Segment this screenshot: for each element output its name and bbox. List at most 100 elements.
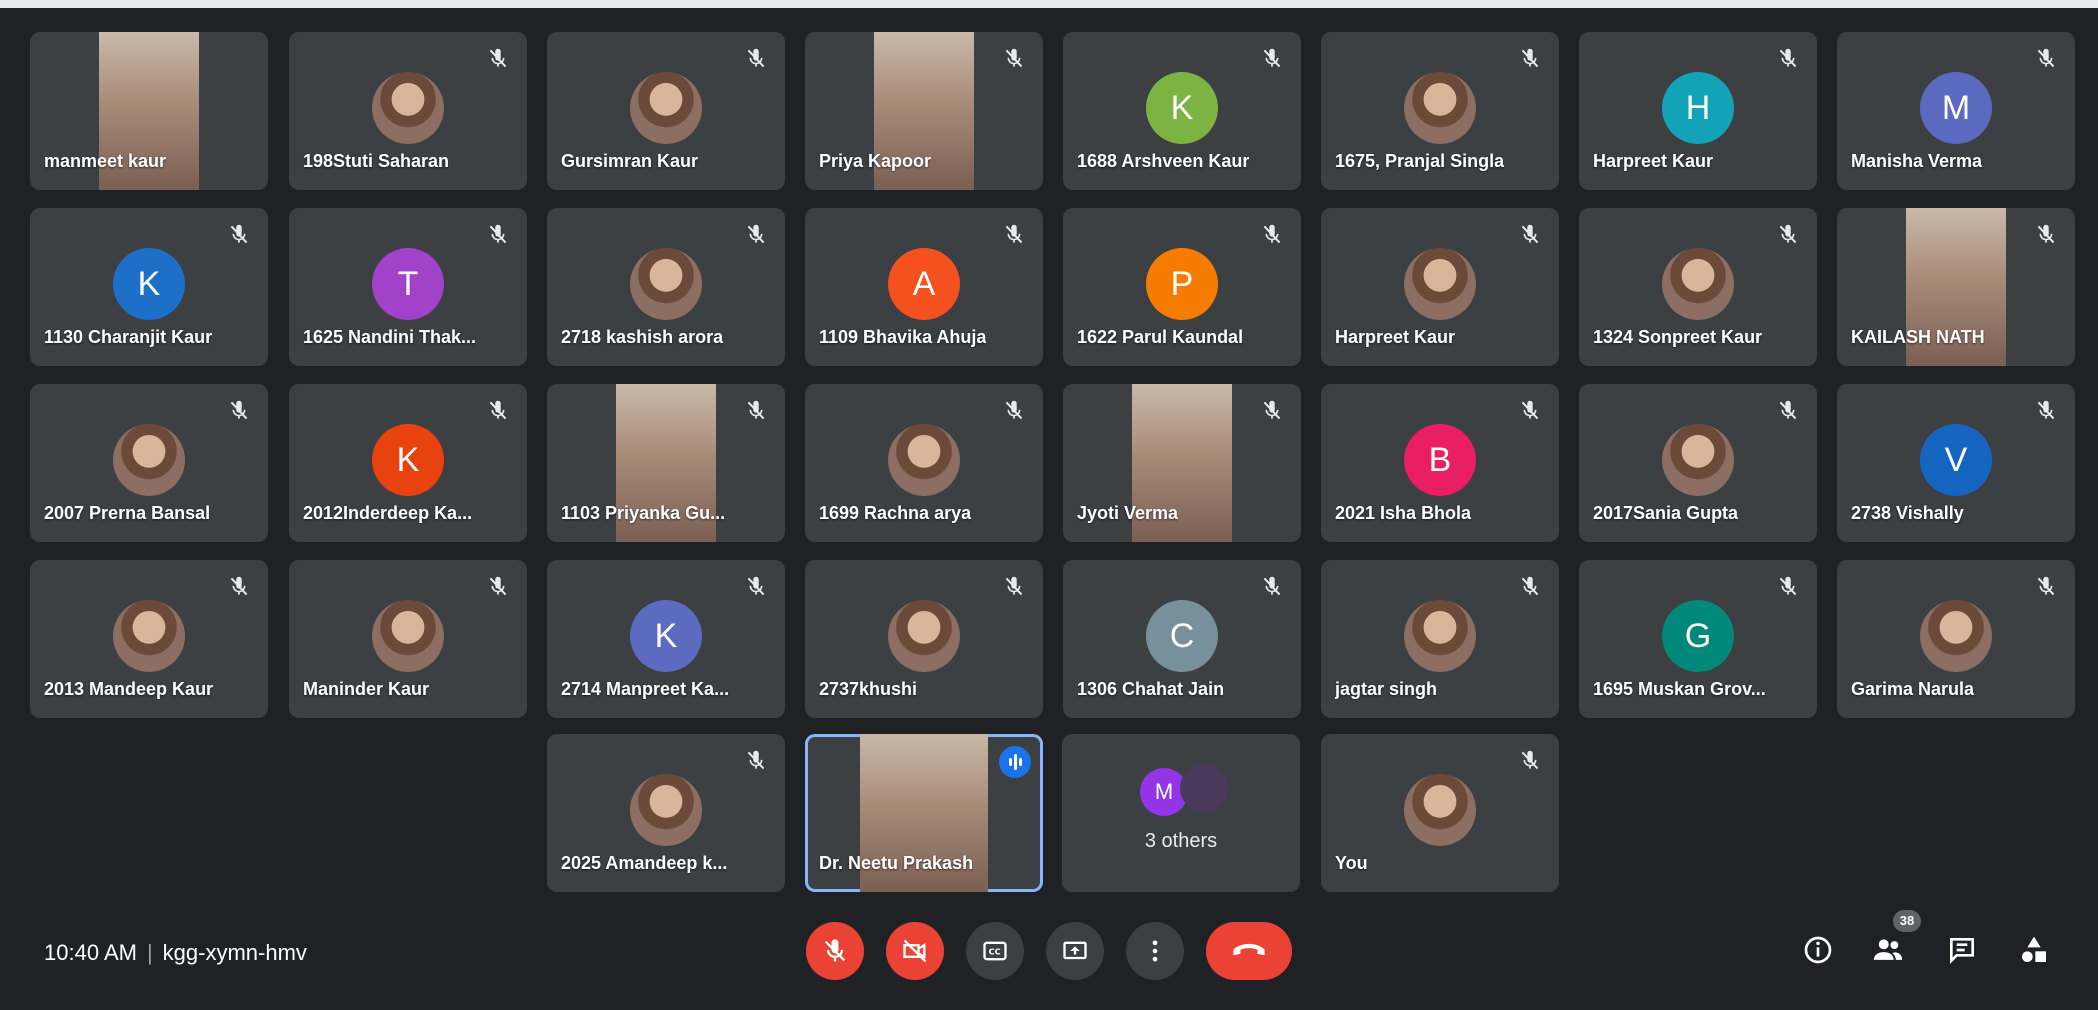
leave-call-button[interactable] — [1206, 922, 1292, 980]
camera-off-icon — [903, 939, 927, 963]
avatar — [372, 600, 444, 672]
participant-tile[interactable]: V 2738 Vishally — [1837, 384, 2075, 542]
avatar — [113, 600, 185, 672]
participant-name: KAILASH NATH — [1851, 327, 1985, 347]
participant-name: 2007 Prerna Bansal — [44, 503, 211, 523]
participant-name: Priya Kapoor — [819, 151, 932, 171]
microphone-muted-icon — [743, 46, 769, 72]
end-call-icon — [1233, 943, 1265, 956]
avatar: A — [888, 248, 960, 320]
avatar: K — [630, 600, 702, 672]
participant-tile[interactable]: 198Stuti Saharan — [289, 32, 527, 190]
avatar — [1404, 774, 1476, 846]
participant-tile[interactable]: 2007 Prerna Bansal — [30, 384, 268, 542]
participant-tile[interactable]: KAILASH NATH — [1837, 208, 2075, 366]
participant-tile[interactable]: C 1306 Chahat Jain — [1063, 560, 1301, 718]
participant-tile[interactable]: Priya Kapoor — [805, 32, 1043, 190]
participant-tile[interactable]: 2017Sania Gupta — [1579, 384, 1817, 542]
microphone-muted-icon — [1001, 46, 1027, 72]
captions-button[interactable]: CC — [966, 922, 1024, 980]
microphone-muted-icon — [1517, 398, 1543, 424]
participant-tile[interactable]: 1324 Sonpreet Kaur — [1579, 208, 1817, 366]
microphone-muted-icon — [1259, 222, 1285, 248]
more-options-button[interactable] — [1126, 922, 1184, 980]
avatar — [1662, 424, 1734, 496]
participant-grid: M 3 others manmeet kaur 198Stuti Saharan G… — [0, 0, 2098, 900]
avatar: M — [1920, 72, 1992, 144]
participant-tile[interactable]: A 1109 Bhavika Ahuja — [805, 208, 1043, 366]
participant-tile[interactable]: 2025 Amandeep k... — [547, 734, 785, 892]
participant-tile[interactable]: K 2012Inderdeep Ka... — [289, 384, 527, 542]
avatar — [1404, 600, 1476, 672]
participant-name: 2718 kashish arora — [561, 327, 724, 347]
participant-tile[interactable]: Gursimran Kaur — [547, 32, 785, 190]
participant-tile[interactable]: Harpreet Kaur — [1321, 208, 1559, 366]
people-icon — [1873, 939, 1903, 960]
participant-tile[interactable]: 2737khushi — [805, 560, 1043, 718]
activities-icon — [2022, 936, 2046, 962]
participant-name: 1130 Charanjit Kaur — [44, 327, 213, 347]
participant-tile[interactable]: P 1622 Parul Kaundal — [1063, 208, 1301, 366]
avatar: G — [1662, 600, 1734, 672]
people-button[interactable] — [1868, 930, 1908, 970]
microphone-muted-icon — [1775, 46, 1801, 72]
participant-name: 1688 Arshveen Kaur — [1077, 151, 1250, 171]
participant-tile[interactable]: 1699 Rachna arya — [805, 384, 1043, 542]
speaking-indicator-icon — [999, 746, 1031, 778]
microphone-muted-icon — [2033, 398, 2059, 424]
activities-button[interactable] — [2014, 930, 2054, 970]
avatar: H — [1662, 72, 1734, 144]
participant-tile[interactable]: G 1695 Muskan Grov... — [1579, 560, 1817, 718]
microphone-muted-icon — [1259, 398, 1285, 424]
participant-tile[interactable]: 2718 kashish arora — [547, 208, 785, 366]
participant-name: 1695 Muskan Grov... — [1593, 679, 1766, 699]
participant-tile[interactable]: K 2714 Manpreet Ka... — [547, 560, 785, 718]
meeting-code: kgg-xymn-hmv — [162, 940, 307, 965]
participant-tile[interactable]: H Harpreet Kaur — [1579, 32, 1817, 190]
microphone-muted-icon — [2033, 46, 2059, 72]
participant-count-badge: 38 — [1893, 910, 1921, 932]
participant-tile[interactable]: Maninder Kaur — [289, 560, 527, 718]
participant-tile-others[interactable]: M 3 others — [1062, 734, 1300, 892]
participant-tile[interactable]: 1103 Priyanka Gu... — [547, 384, 785, 542]
participant-tile[interactable]: K 1130 Charanjit Kaur — [30, 208, 268, 366]
participant-tile[interactable]: Jyoti Verma — [1063, 384, 1301, 542]
microphone-muted-icon — [1517, 222, 1543, 248]
microphone-muted-icon — [1517, 574, 1543, 600]
participant-name: 1699 Rachna arya — [819, 503, 972, 523]
participant-tile[interactable]: M Manisha Verma — [1837, 32, 2075, 190]
participant-name: 1109 Bhavika Ahuja — [819, 327, 987, 347]
avatar — [888, 424, 960, 496]
participant-tile[interactable]: manmeet kaur — [30, 32, 268, 190]
participant-tile[interactable]: 1675, Pranjal Singla — [1321, 32, 1559, 190]
participant-name: 2017Sania Gupta — [1593, 503, 1739, 523]
participant-tile[interactable]: K 1688 Arshveen Kaur — [1063, 32, 1301, 190]
present-screen-button[interactable] — [1046, 922, 1104, 980]
avatar — [1404, 72, 1476, 144]
microphone-toggle-button[interactable] — [806, 922, 864, 980]
participant-name: 1675, Pranjal Singla — [1335, 151, 1505, 171]
microphone-off-icon — [824, 939, 846, 962]
participant-tile[interactable]: T 1625 Nandini Thak... — [289, 208, 527, 366]
avatar — [1404, 248, 1476, 320]
participant-name: 1625 Nandini Thak... — [303, 327, 477, 347]
participant-name: Maninder Kaur — [303, 679, 430, 699]
participant-tile[interactable]: B 2021 Isha Bhola — [1321, 384, 1559, 542]
participant-tile[interactable]: Dr. Neetu Prakash — [805, 734, 1043, 892]
participant-name: Garima Narula — [1851, 679, 1975, 699]
svg-text:CC: CC — [989, 947, 1001, 957]
meeting-details-button[interactable] — [1798, 930, 1838, 970]
chat-button[interactable] — [1942, 930, 1982, 970]
participant-tile[interactable]: Garima Narula — [1837, 560, 2075, 718]
camera-toggle-button[interactable] — [886, 922, 944, 980]
participant-name: Dr. Neetu Prakash — [819, 853, 974, 873]
participant-name: 1324 Sonpreet Kaur — [1593, 327, 1763, 347]
microphone-muted-icon — [743, 748, 769, 774]
participant-name: Harpreet Kaur — [1593, 151, 1714, 171]
microphone-muted-icon — [1001, 574, 1027, 600]
participant-tile[interactable]: You — [1321, 734, 1559, 892]
participant-tile[interactable]: jagtar singh — [1321, 560, 1559, 718]
avatar — [630, 774, 702, 846]
participant-tile[interactable]: 2013 Mandeep Kaur — [30, 560, 268, 718]
microphone-muted-icon — [1775, 574, 1801, 600]
